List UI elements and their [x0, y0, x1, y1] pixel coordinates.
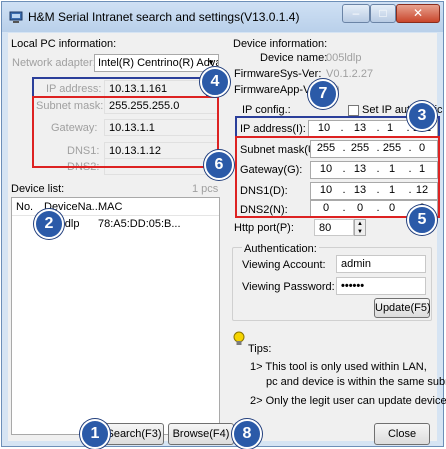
- annotation-box-local-network: [32, 96, 219, 168]
- viewing-password-input[interactable]: ••••••: [336, 277, 426, 295]
- badge-6: 6: [204, 150, 234, 180]
- viewing-account-input[interactable]: admin: [336, 255, 426, 273]
- http-port-label: Http port(P):: [234, 222, 294, 234]
- network-adapter-select[interactable]: Intel(R) Centrino(R) Advan ▼: [94, 54, 219, 72]
- device-info-heading: Device information:: [233, 38, 328, 50]
- network-adapter-label: Network adapter:: [12, 57, 96, 69]
- device-count: 1 pcs: [192, 183, 219, 195]
- lightbulb-icon: [233, 331, 245, 345]
- tip-line-2: pc and device is within the same subnet.: [266, 376, 446, 388]
- minimize-icon: –: [352, 6, 360, 20]
- minimize-button[interactable]: –: [342, 4, 370, 23]
- local-pc-heading: Local PC information:: [11, 38, 117, 50]
- close-button[interactable]: Close: [374, 423, 430, 445]
- app-window: H&M Serial Intranet search and settings(…: [1, 1, 446, 449]
- badge-5: 5: [407, 205, 437, 235]
- spinner-down-icon: ▼: [357, 229, 363, 235]
- network-adapter-value: Intel(R) Centrino(R) Advan: [98, 57, 219, 69]
- tip-line-3: 2> Only the legit user can update device: [250, 395, 446, 407]
- app-icon: [9, 11, 23, 23]
- maximize-icon: □: [379, 6, 387, 20]
- viewing-account-label: Viewing Account:: [242, 259, 326, 271]
- firmware-sys-label: FirmwareSys-Ver:: [234, 68, 322, 80]
- device-list-heading: Device list:: [11, 183, 65, 195]
- search-button[interactable]: Search(F3): [104, 423, 164, 445]
- device-name-label: Device name:: [260, 52, 328, 64]
- device-name-value: 005ldlp: [326, 52, 362, 64]
- maximize-button[interactable]: □: [370, 4, 396, 23]
- badge-8: 8: [232, 419, 262, 449]
- set-ip-automatic-checkbox[interactable]: [348, 105, 359, 116]
- badge-7: 7: [308, 79, 338, 109]
- http-port-input[interactable]: 80: [314, 219, 354, 236]
- close-window-button[interactable]: ✕: [396, 4, 440, 23]
- firmware-sys-value: V0.1.2.27: [326, 68, 374, 80]
- annotation-box-device-network: [235, 136, 440, 218]
- http-port-spinner[interactable]: ▲ ▼: [354, 219, 366, 236]
- authentication-heading: Authentication:: [242, 243, 319, 255]
- spinner-up-icon: ▲: [357, 221, 363, 227]
- browse-button[interactable]: Browse(F4): [168, 423, 234, 445]
- close-icon: ✕: [412, 6, 424, 20]
- tips-heading: Tips:: [248, 343, 272, 355]
- tip-line-1: 1> This tool is only used within LAN,: [250, 361, 427, 373]
- badge-1: 1: [80, 419, 110, 449]
- viewing-password-label: Viewing Password:: [242, 281, 335, 293]
- update-button[interactable]: Update(F5): [374, 298, 431, 318]
- window-title: H&M Serial Intranet search and settings(…: [28, 10, 300, 24]
- ip-config-label: IP config.:: [242, 104, 291, 116]
- badge-3: 3: [407, 101, 437, 131]
- badge-4: 4: [200, 67, 230, 97]
- client-area: Local PC information: Network adapter: I…: [8, 33, 446, 449]
- annotation-box-local-ip: [32, 77, 208, 98]
- column-header-mac[interactable]: MAC: [98, 201, 122, 213]
- device-mac: 78:A5:DD:05:B...: [98, 218, 181, 230]
- title-bar[interactable]: H&M Serial Intranet search and settings(…: [2, 2, 443, 32]
- badge-2: 2: [34, 209, 64, 239]
- column-header-no[interactable]: No.: [16, 201, 33, 213]
